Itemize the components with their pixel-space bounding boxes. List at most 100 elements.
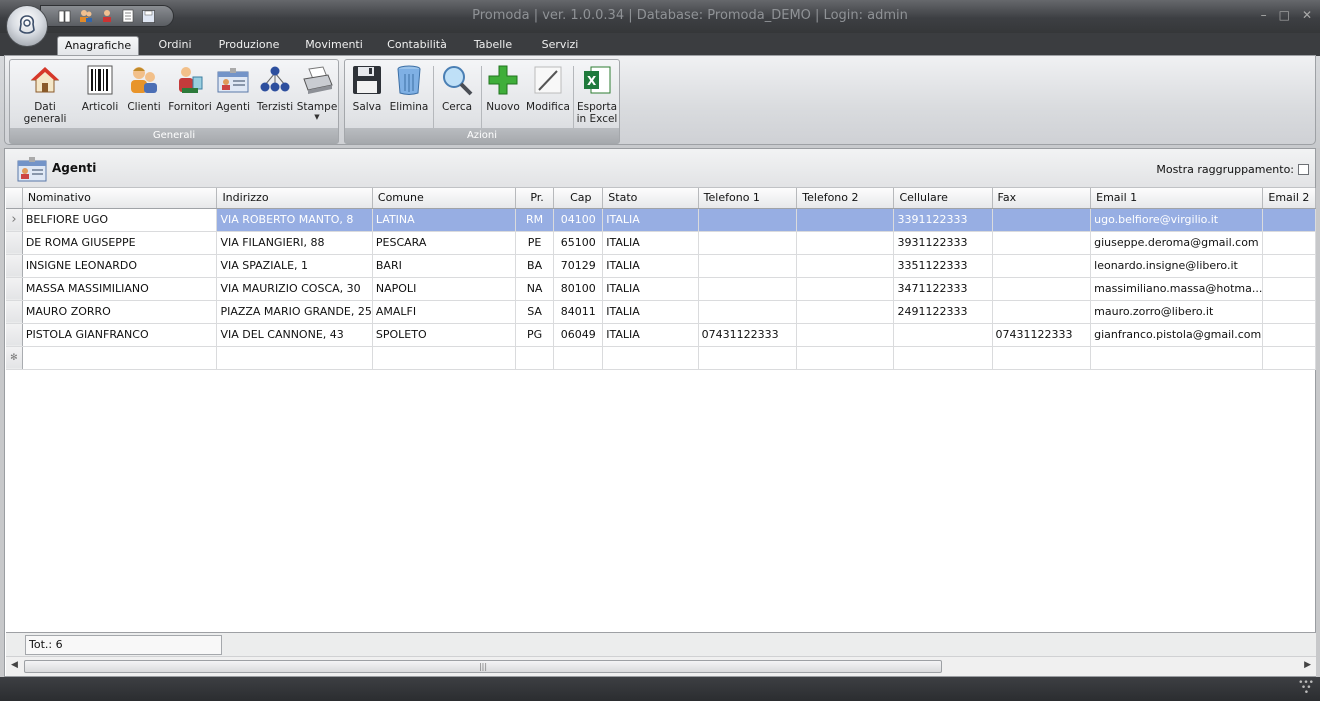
new-row[interactable]: ✻ (6, 346, 1316, 370)
table-cell[interactable]: 07431122333 (698, 323, 798, 347)
table-row[interactable]: MASSA MASSIMILIANO VIA MAURIZIO COSCA, 30… (6, 277, 1316, 301)
modifica-button[interactable]: Modifica (525, 63, 571, 129)
column-header-email-1[interactable]: Email 1 (1090, 188, 1264, 209)
table-cell[interactable]: 3471122333 (893, 277, 993, 301)
table-cell[interactable]: massimiliano.massa@hotma... (1090, 277, 1264, 301)
table-cell[interactable] (1262, 231, 1316, 255)
table-cell[interactable] (893, 323, 993, 347)
scroll-thumb[interactable]: ||| (24, 660, 942, 673)
table-cell[interactable] (893, 346, 993, 370)
column-header-pr[interactable]: Pr. (515, 188, 555, 209)
table-cell[interactable]: MAURO ZORRO (22, 300, 218, 324)
tab-servizi[interactable]: Servizi (532, 36, 588, 56)
table-cell[interactable] (1262, 208, 1316, 232)
table-cell[interactable]: NAPOLI (372, 277, 516, 301)
table-cell[interactable]: DE ROMA GIUSEPPE (22, 231, 218, 255)
new-row-indicator[interactable]: ✻ (6, 346, 23, 370)
fornitori-button[interactable]: Fornitori (166, 63, 214, 129)
articoli-button[interactable]: Articoli (80, 63, 120, 129)
table-cell[interactable] (553, 346, 604, 370)
table-cell[interactable]: BARI (372, 254, 516, 278)
table-cell[interactable]: MASSA MASSIMILIANO (22, 277, 218, 301)
table-row[interactable]: INSIGNE LEONARDO VIA SPAZIALE, 1 BARI BA 701… (6, 254, 1316, 278)
table-cell[interactable] (698, 346, 798, 370)
table-cell[interactable]: 2491122333 (893, 300, 993, 324)
table-cell[interactable]: SPOLETO (372, 323, 516, 347)
table-cell[interactable]: AMALFI (372, 300, 516, 324)
table-cell[interactable] (796, 208, 895, 232)
book-icon[interactable] (57, 9, 72, 24)
esporta-excel-button[interactable]: X Esporta in Excel (575, 63, 619, 129)
salva-button[interactable]: Salva (347, 63, 387, 129)
table-cell[interactable] (992, 231, 1092, 255)
column-header-cap[interactable]: Cap (553, 188, 604, 209)
table-row[interactable]: DE ROMA GIUSEPPE VIA FILANGIERI, 88 PESCAR… (6, 231, 1316, 255)
table-cell[interactable]: 07431122333 (992, 323, 1092, 347)
table-cell[interactable]: leonardo.insigne@libero.it (1090, 254, 1264, 278)
table-cell[interactable]: VIA SPAZIALE, 1 (216, 254, 373, 278)
table-cell[interactable]: ITALIA (602, 300, 699, 324)
table-cell[interactable]: PISTOLA GIANFRANCO (22, 323, 218, 347)
horizontal-scrollbar[interactable]: ◀ ||| ▶ (6, 656, 1316, 676)
table-cell[interactable]: NA (515, 277, 555, 301)
table-cell[interactable]: 84011 (553, 300, 604, 324)
scroll-right-icon[interactable]: ▶ (1304, 660, 1311, 670)
table-cell[interactable]: RM (515, 208, 555, 232)
table-cell[interactable]: ITALIA (602, 254, 699, 278)
terzisti-button[interactable]: Terzisti (254, 63, 296, 129)
table-cell[interactable] (698, 231, 798, 255)
row-indicator[interactable] (6, 323, 23, 347)
save-icon[interactable] (141, 9, 156, 24)
table-cell[interactable] (1262, 323, 1316, 347)
application-menu-button[interactable] (6, 5, 48, 47)
document-icon[interactable] (120, 9, 135, 24)
table-cell[interactable] (796, 300, 895, 324)
grouping-checkbox[interactable] (1298, 164, 1309, 175)
table-cell[interactable]: PG (515, 323, 555, 347)
users-icon[interactable] (78, 9, 93, 24)
table-cell[interactable]: VIA FILANGIERI, 88 (216, 231, 373, 255)
column-header-cellulare[interactable]: Cellulare (893, 188, 993, 209)
agenti-button[interactable]: Agenti (214, 63, 252, 129)
column-header-nominativo[interactable]: Nominativo (22, 188, 218, 209)
table-cell[interactable]: LATINA (372, 208, 516, 232)
close-icon[interactable]: ✕ (1302, 8, 1312, 22)
table-cell[interactable]: ugo.belfiore@virgilio.it (1090, 208, 1264, 232)
table-cell[interactable] (992, 208, 1092, 232)
table-cell[interactable]: PIAZZA MARIO GRANDE, 25 (216, 300, 373, 324)
stampe-button[interactable]: Stampe ▼ (296, 63, 338, 129)
scroll-left-icon[interactable]: ◀ (11, 660, 18, 670)
table-cell[interactable]: BA (515, 254, 555, 278)
table-cell[interactable]: 04100 (553, 208, 604, 232)
table-cell[interactable]: BELFIORE UGO (22, 208, 218, 232)
table-cell[interactable]: ITALIA (602, 231, 699, 255)
table-cell[interactable]: VIA MAURIZIO COSCA, 30 (216, 277, 373, 301)
table-cell[interactable]: 3391122333 (893, 208, 993, 232)
row-indicator[interactable] (6, 231, 23, 255)
elimina-button[interactable]: Elimina (389, 63, 429, 129)
table-cell[interactable] (1262, 346, 1316, 370)
table-cell[interactable]: INSIGNE LEONARDO (22, 254, 218, 278)
resize-grip-icon[interactable]: ••• •• • (1298, 679, 1314, 698)
table-cell[interactable]: mauro.zorro@libero.it (1090, 300, 1264, 324)
table-cell[interactable]: VIA ROBERTO MANTO, 8 (216, 208, 373, 232)
cerca-button[interactable]: Cerca (437, 63, 477, 129)
table-cell[interactable] (22, 346, 218, 370)
table-cell[interactable]: giuseppe.deroma@gmail.com (1090, 231, 1264, 255)
column-header-email-2[interactable]: Email 2 (1262, 188, 1316, 209)
table-cell[interactable]: PESCARA (372, 231, 516, 255)
column-header-telefono-1[interactable]: Telefono 1 (698, 188, 798, 209)
table-cell[interactable] (698, 300, 798, 324)
table-row[interactable]: MAURO ZORRO PIAZZA MARIO GRANDE, 25 AMALFI… (6, 300, 1316, 324)
table-cell[interactable] (796, 254, 895, 278)
tab-produzione[interactable]: Produzione (212, 36, 286, 56)
table-cell[interactable]: 80100 (553, 277, 604, 301)
table-cell[interactable] (698, 208, 798, 232)
table-cell[interactable]: 3931122333 (893, 231, 993, 255)
table-cell[interactable] (796, 277, 895, 301)
table-cell[interactable] (992, 254, 1092, 278)
table-cell[interactable]: ITALIA (602, 323, 699, 347)
table-cell[interactable]: 70129 (553, 254, 604, 278)
row-indicator[interactable] (6, 277, 23, 301)
table-cell[interactable] (1262, 277, 1316, 301)
